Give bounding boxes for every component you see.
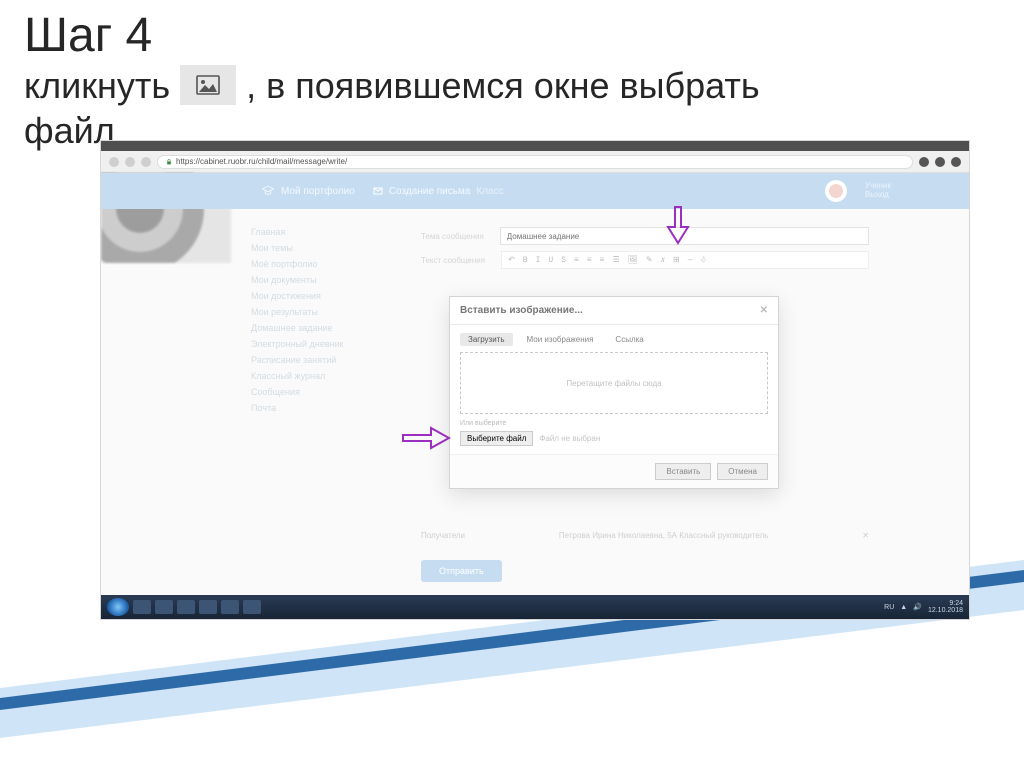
drop-zone[interactable]: Перетащите файлы сюда	[460, 352, 768, 414]
brand[interactable]: Мой портфолио	[261, 184, 355, 198]
sidebar-item[interactable]: Мои темы	[251, 243, 391, 253]
step-title: Шаг 4	[24, 10, 1000, 63]
nav-back-icon[interactable]	[109, 157, 119, 167]
sidebar-item[interactable]: Расписание занятий	[251, 355, 391, 365]
image-icon	[180, 65, 236, 105]
tb-italic-icon[interactable]: I	[536, 256, 541, 265]
annotation-arrow-down-icon	[666, 205, 690, 245]
tb-more-icon[interactable]: ⎀	[701, 256, 707, 265]
tab-upload[interactable]: Загрузить	[460, 333, 513, 346]
cancel-button[interactable]: Отмена	[717, 463, 768, 480]
clock-date: 12.10.2018	[928, 607, 963, 614]
site-header: Мой портфолио Создание письма Класс Учен…	[101, 173, 969, 209]
lock-icon	[166, 159, 172, 165]
tb-strike-icon[interactable]: S	[561, 256, 566, 265]
url-text: https://cabinet.ruobr.ru/child/mail/mess…	[176, 157, 347, 166]
sidebar: Главная Мои темы Моё портфолио Мои докум…	[251, 221, 391, 419]
section-label: Создание письма Класс	[373, 186, 504, 197]
close-icon[interactable]: ✕	[760, 305, 768, 316]
tb-image-icon[interactable]: 🖼	[628, 255, 638, 265]
url-field[interactable]: https://cabinet.ruobr.ru/child/mail/mess…	[157, 155, 913, 169]
tb-align-icon[interactable]: ≡	[574, 256, 579, 265]
task-icon[interactable]	[243, 600, 261, 614]
task-icon[interactable]	[155, 600, 173, 614]
insert-image-modal: Вставить изображение... ✕ Загрузить Мои …	[449, 296, 779, 489]
tb-table-icon[interactable]: ⊞	[673, 255, 680, 265]
insert-button[interactable]: Вставить	[655, 463, 711, 480]
sidebar-item[interactable]: Мои достижения	[251, 291, 391, 301]
ext-icon[interactable]	[935, 157, 945, 167]
tb-edit-icon[interactable]: ✎	[646, 255, 653, 265]
subject-label: Тема сообщения	[421, 232, 484, 241]
tb-align-icon[interactable]: ≡	[587, 256, 592, 265]
sidebar-item[interactable]: Электронный дневник	[251, 339, 391, 349]
nav-fwd-icon[interactable]	[125, 157, 135, 167]
tb-bold-icon[interactable]: B	[523, 256, 528, 265]
sidebar-item[interactable]: Мои документы	[251, 275, 391, 285]
cap-icon	[261, 184, 275, 198]
tb-list-icon[interactable]: ☰	[612, 255, 619, 265]
browser-titlebar	[101, 141, 969, 151]
system-tray[interactable]: RU ▲ 🔊 9:24 12.10.2018	[884, 600, 963, 614]
browser-addressbar: https://cabinet.ruobr.ru/child/mail/mess…	[101, 151, 969, 173]
tray-icon[interactable]: ▲	[900, 604, 907, 611]
tab-my-images[interactable]: Мои изображения	[519, 333, 602, 346]
sidebar-item[interactable]: Сообщения	[251, 387, 391, 397]
mail-icon	[373, 186, 383, 196]
embedded-screenshot: https://cabinet.ruobr.ru/child/mail/mess…	[100, 140, 970, 620]
task-icon[interactable]	[221, 600, 239, 614]
windows-taskbar: RU ▲ 🔊 9:24 12.10.2018	[101, 595, 969, 619]
tab-link[interactable]: Ссылка	[607, 333, 651, 346]
send-button[interactable]: Отправить	[421, 560, 502, 582]
task-icon[interactable]	[133, 600, 151, 614]
tb-undo-icon[interactable]: ↶	[508, 255, 515, 265]
remove-recipient-icon[interactable]: ✕	[862, 531, 869, 540]
sidebar-item[interactable]: Домашнее задание	[251, 323, 391, 333]
profile-icon[interactable]	[951, 157, 961, 167]
tray-icon[interactable]: 🔊	[913, 603, 922, 611]
user-menu[interactable]: Ученик Выход	[865, 182, 891, 200]
sidebar-item[interactable]: Классный журнал	[251, 371, 391, 381]
annotation-arrow-right-icon	[401, 426, 451, 450]
sidebar-item[interactable]: Мои результаты	[251, 307, 391, 317]
sidebar-item[interactable]: Почта	[251, 403, 391, 413]
editor-toolbar: ↶ B I U S ≡ ≡ ≡ ☰ 🖼 ✎ 𝑥 ⊞ — ⎀	[501, 251, 869, 269]
ext-icon[interactable]	[919, 157, 929, 167]
avatar[interactable]	[825, 180, 847, 202]
slide-heading: Шаг 4 кликнуть , в появившемся окне выбр…	[0, 0, 1024, 153]
file-status: Файл не выбран	[539, 434, 600, 443]
tb-align-icon[interactable]: ≡	[600, 256, 605, 265]
nav-reload-icon[interactable]	[141, 157, 151, 167]
sidebar-item[interactable]: Главная	[251, 227, 391, 237]
form-footer: Получатели Петрова Ирина Николаевна, 5А …	[421, 531, 869, 582]
body-label: Текст сообщения	[421, 256, 485, 265]
tb-sub-icon[interactable]: 𝑥	[661, 256, 665, 265]
choose-file-button[interactable]: Выберите файл	[460, 431, 533, 446]
subtitle-a: кликнуть	[24, 63, 170, 108]
or-label: Или выберите	[450, 420, 778, 427]
task-icon[interactable]	[199, 600, 217, 614]
modal-title: Вставить изображение...	[460, 305, 583, 316]
tb-underline-icon[interactable]: U	[548, 256, 553, 265]
lang-indicator[interactable]: RU	[884, 604, 894, 611]
task-icon[interactable]	[177, 600, 195, 614]
modal-tabs: Загрузить Мои изображения Ссылка	[450, 325, 778, 350]
recipients-value: Петрова Ирина Николаевна, 5А Классный ру…	[477, 531, 850, 540]
sidebar-item[interactable]: Моё портфолио	[251, 259, 391, 269]
recipients-label: Получатели	[421, 531, 465, 540]
subtitle-b: , в появившемся окне выбрать	[246, 63, 759, 108]
start-button[interactable]	[107, 598, 129, 616]
tb-hr-icon[interactable]: —	[688, 256, 693, 265]
compose-form: Тема сообщения Текст сообщения ↶ B I U S…	[421, 227, 869, 275]
clock-time: 9:24	[928, 600, 963, 607]
